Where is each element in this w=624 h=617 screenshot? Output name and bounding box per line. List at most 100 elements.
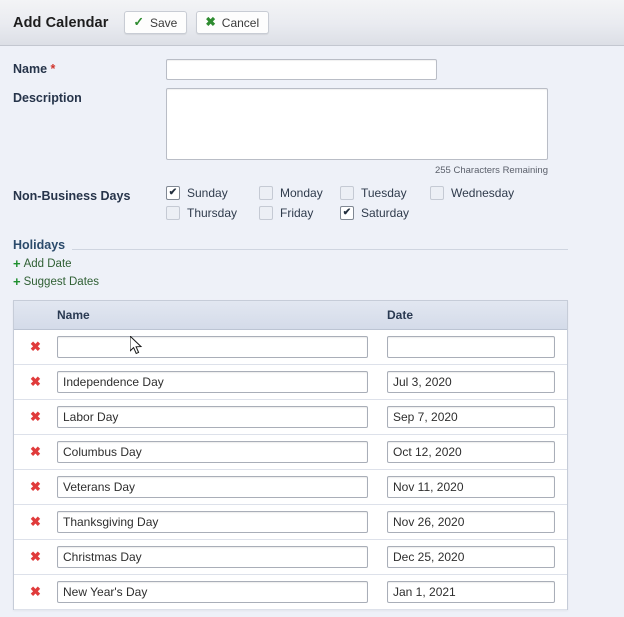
holiday-name-input[interactable] (57, 581, 368, 603)
checkbox-wednesday-box[interactable] (430, 186, 444, 200)
description-label: Description (13, 91, 82, 105)
description-textarea[interactable] (166, 88, 548, 160)
holiday-date-input[interactable] (387, 581, 555, 603)
holiday-name-input[interactable] (57, 406, 368, 428)
required-asterisk: * (50, 62, 56, 76)
plus-icon: + (13, 256, 21, 271)
cell-date (387, 371, 567, 393)
delete-row-icon[interactable]: ✖ (14, 479, 57, 495)
cell-date (387, 546, 567, 568)
checkbox-tuesday-label: Tuesday (361, 186, 407, 200)
save-button[interactable]: ✓ Save (124, 11, 188, 34)
table-row: ✖ (14, 435, 567, 470)
holiday-date-input[interactable] (387, 511, 555, 533)
cancel-button-label: Cancel (221, 15, 260, 30)
non-business-days-label: Non-Business Days (13, 189, 131, 203)
checkbox-monday-label: Monday (280, 186, 323, 200)
holidays-section-header: Holidays (13, 238, 568, 252)
delete-row-icon[interactable]: ✖ (14, 374, 57, 390)
checkbox-tuesday-box[interactable] (340, 186, 354, 200)
header-name: Name (57, 308, 90, 322)
table-row: ✖ (14, 575, 567, 610)
characters-remaining-text: 255 Characters Remaining (434, 165, 548, 176)
delete-row-icon[interactable]: ✖ (14, 514, 57, 530)
non-business-days-row: Non-Business Days ✔ Sunday Monday Tuesda… (13, 186, 624, 220)
holiday-name-input[interactable] (57, 476, 368, 498)
checkbox-saturday-box[interactable]: ✔ (340, 206, 354, 220)
holiday-date-input[interactable] (387, 336, 555, 358)
holiday-name-input[interactable] (57, 441, 368, 463)
cancel-button[interactable]: ✖ Cancel (196, 11, 270, 34)
table-row: ✖ (14, 540, 567, 575)
table-row: ✖ (14, 470, 567, 505)
cell-date (387, 511, 567, 533)
cell-name (57, 511, 387, 533)
add-date-link[interactable]: + Add Date (13, 257, 624, 270)
cell-name (57, 476, 387, 498)
table-row: ✖ (14, 365, 567, 400)
cell-date (387, 581, 567, 603)
checkbox-sunday[interactable]: ✔ Sunday (166, 186, 259, 200)
cell-date (387, 406, 567, 428)
name-row: Name * (13, 59, 624, 80)
plus-icon: + (13, 274, 21, 289)
suggest-dates-link[interactable]: + Suggest Dates (13, 275, 624, 288)
checkbox-wednesday[interactable]: Wednesday (430, 186, 514, 200)
page-title: Add Calendar (13, 14, 109, 31)
days-line-1: ✔ Sunday Monday Tuesday Wednesday (166, 186, 514, 200)
holiday-date-input[interactable] (387, 371, 555, 393)
checkbox-friday-label: Friday (280, 206, 314, 220)
add-date-label: Add Date (23, 257, 72, 270)
delete-row-icon[interactable]: ✖ (14, 444, 57, 460)
header-date: Date (387, 308, 414, 322)
suggest-dates-label: Suggest Dates (23, 275, 100, 288)
holiday-date-input[interactable] (387, 441, 555, 463)
holiday-name-input[interactable] (57, 511, 368, 533)
cell-name (57, 336, 387, 358)
table-row: ✖ (14, 505, 567, 540)
name-input[interactable] (166, 59, 437, 80)
checkbox-saturday-label: Saturday (361, 206, 410, 220)
checkbox-wednesday-label: Wednesday (451, 186, 515, 200)
holiday-date-input[interactable] (387, 406, 555, 428)
cell-name (57, 441, 387, 463)
delete-row-icon[interactable]: ✖ (14, 409, 57, 425)
cell-name (57, 406, 387, 428)
delete-row-icon[interactable]: ✖ (14, 549, 57, 565)
holiday-name-input[interactable] (57, 546, 368, 568)
holidays-title: Holidays (13, 238, 66, 252)
delete-row-icon[interactable]: ✖ (14, 584, 57, 600)
checkbox-tuesday[interactable]: Tuesday (340, 186, 430, 200)
cell-name (57, 371, 387, 393)
holiday-name-input[interactable] (57, 371, 368, 393)
delete-row-icon[interactable]: ✖ (14, 339, 57, 355)
holiday-date-input[interactable] (387, 476, 555, 498)
checkbox-friday[interactable]: Friday (259, 206, 340, 220)
save-button-label: Save (149, 15, 178, 30)
checkbox-thursday[interactable]: Thursday (166, 206, 259, 220)
table-row: ✖ (14, 330, 567, 365)
checkbox-thursday-label: Thursday (187, 206, 238, 220)
cell-name (57, 581, 387, 603)
cell-date (387, 476, 567, 498)
table-row: ✖ (14, 400, 567, 435)
checkbox-saturday[interactable]: ✔ Saturday (340, 206, 409, 220)
section-divider (72, 248, 568, 250)
checkbox-sunday-label: Sunday (187, 186, 228, 200)
holidays-table-header: Name Date (14, 301, 567, 330)
calendar-form: Name * Description 255 Characters Remain… (0, 46, 624, 610)
checkbox-sunday-box[interactable]: ✔ (166, 186, 180, 200)
days-line-2: Thursday Friday ✔ Saturday (166, 206, 514, 220)
name-label-text: Name (13, 62, 48, 76)
non-business-days-grid: ✔ Sunday Monday Tuesday Wednesday Thursd… (166, 186, 514, 220)
check-icon: ✓ (133, 15, 144, 30)
checkbox-monday[interactable]: Monday (259, 186, 340, 200)
cell-date (387, 336, 567, 358)
x-icon: ✖ (205, 15, 216, 30)
checkbox-monday-box[interactable] (259, 186, 273, 200)
checkbox-friday-box[interactable] (259, 206, 273, 220)
holiday-name-input[interactable] (57, 336, 368, 358)
holiday-date-input[interactable] (387, 546, 555, 568)
checkbox-thursday-box[interactable] (166, 206, 180, 220)
holidays-table: Name Date ✖ ✖ ✖ (13, 300, 568, 610)
